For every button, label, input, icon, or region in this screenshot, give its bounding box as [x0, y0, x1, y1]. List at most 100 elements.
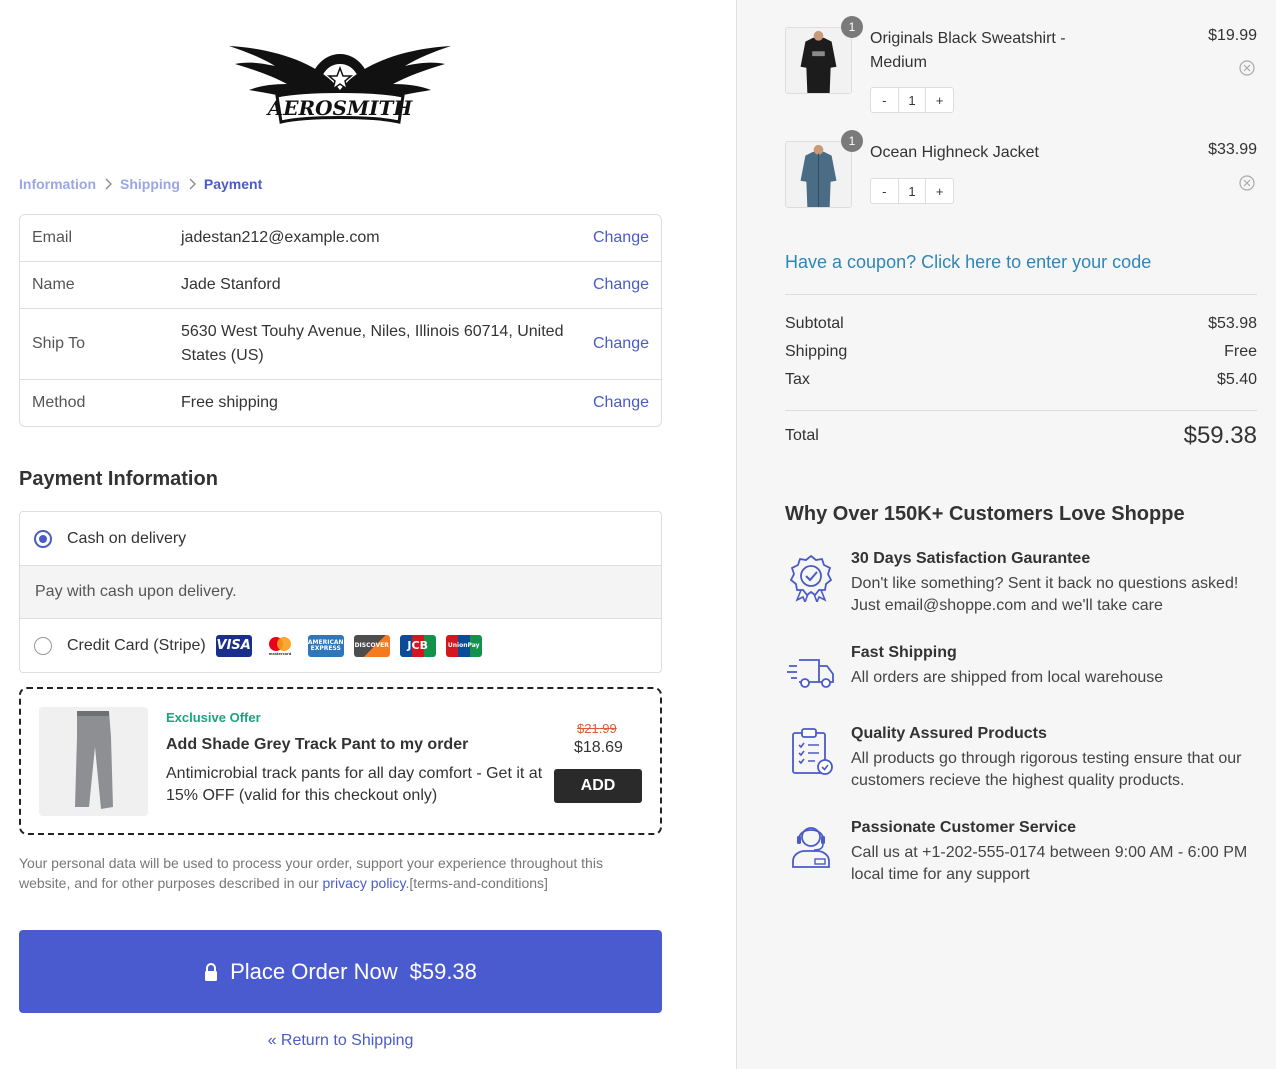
change-email-link[interactable]: Change [593, 229, 649, 247]
feature-title: 30 Days Satisfaction Gaurantee [851, 550, 1091, 567]
discover-icon: DISCOVER [353, 634, 390, 657]
feature-description: All products go through rigorous testing… [851, 750, 1242, 789]
checkout-main: AEROSMITH Information Shipping Payment E… [0, 0, 736, 1069]
lock-icon [205, 962, 218, 981]
item-price: $19.99 [1208, 27, 1257, 44]
cod-label: Cash on delivery [67, 529, 187, 547]
qty-value[interactable]: 1 [897, 88, 927, 112]
summary-value: 5630 West Touhy Avenue, Niles, Illinois … [181, 323, 564, 364]
card-icons: VISA mastercard AMERICAN EXPRESS DISCOVE… [215, 634, 492, 657]
change-name-link[interactable]: Change [593, 276, 649, 294]
change-method-link[interactable]: Change [593, 394, 649, 412]
summary-label: Email [32, 229, 73, 246]
truck-icon [787, 659, 834, 688]
mastercard-icon: mastercard [261, 634, 298, 657]
shipping-row: Shipping Free [785, 343, 1257, 361]
quantity-stepper: - 1 + [870, 87, 954, 113]
summary-label: Name [32, 276, 75, 293]
summary-row-name: Name Jade Stanford Change [20, 262, 661, 309]
coupon-link[interactable]: Have a coupon? Click here to enter your … [785, 252, 1151, 273]
feature-description: All orders are shipped from local wareho… [851, 669, 1164, 686]
feature-title: Fast Shipping [851, 644, 957, 661]
qty-plus-button[interactable]: + [926, 93, 953, 108]
feature-description: Call us at +1-202-555-0174 between 9:00 … [851, 844, 1248, 883]
place-order-button[interactable]: Place Order Now $59.38 [19, 930, 662, 1013]
total-label: Total [785, 427, 819, 444]
breadcrumb-shipping[interactable]: Shipping [120, 176, 180, 192]
offer-add-button[interactable]: ADD [554, 769, 642, 803]
cart-item: 1 Ocean Highneck Jacket $33.99 - 1 + [785, 130, 1257, 231]
sweatshirt-thumbnail [785, 27, 852, 94]
payment-option-card[interactable]: Credit Card (Stripe) VISA mastercard AME… [20, 619, 661, 672]
breadcrumb-payment: Payment [203, 176, 263, 192]
visa-icon: VISA [215, 634, 252, 657]
unionpay-icon: UnionPay [445, 634, 482, 657]
payment-methods: Cash on delivery Pay with cash upon deli… [19, 511, 662, 673]
breadcrumb: Information Shipping Payment [19, 176, 262, 192]
tax-row: Tax $5.40 [785, 371, 1257, 389]
privacy-notice: Your personal data will be used to proce… [19, 853, 649, 893]
total-value: $59.38 [1183, 422, 1257, 449]
qty-minus-button[interactable]: - [871, 184, 898, 199]
subtotal-row: Subtotal $53.98 [785, 315, 1257, 333]
place-order-label: Place Order Now [230, 958, 398, 984]
shipping-value: Free [1224, 343, 1257, 360]
subtotal-label: Subtotal [785, 315, 844, 332]
jacket-thumbnail [785, 141, 852, 208]
quantity-badge: 1 [841, 130, 863, 152]
offer-old-price: $21.99 [577, 721, 617, 736]
why-customers-title: Why Over 150K+ Customers Love Shoppe [785, 503, 1185, 525]
quantity-badge: 1 [841, 16, 863, 38]
track-pant-image [39, 707, 148, 816]
return-to-shipping-link[interactable]: « Return to Shipping [0, 1032, 681, 1050]
order-summary-box: Email jadestan212@example.com Change Nam… [19, 214, 662, 427]
tax-label: Tax [785, 371, 810, 388]
remove-item-icon[interactable] [1239, 60, 1255, 76]
payment-title: Payment Information [19, 468, 218, 490]
cart-item: 1 Originals Black Sweatshirt - Medium $1… [785, 16, 1257, 117]
tax-value: $5.40 [1216, 371, 1257, 388]
divider [785, 294, 1257, 295]
summary-row-method: Method Free shipping Change [20, 380, 661, 426]
chevron-right-icon [189, 178, 196, 190]
summary-row-ship-to: Ship To 5630 West Touhy Avenue, Niles, I… [20, 309, 661, 380]
feature-description: Don't like something? Sent it back no qu… [851, 575, 1239, 614]
qty-value[interactable]: 1 [897, 179, 927, 203]
qty-plus-button[interactable]: + [926, 184, 953, 199]
privacy-text-after: .[terms-and-conditions] [405, 875, 548, 891]
summary-label: Ship To [32, 335, 86, 352]
privacy-policy-link[interactable]: privacy policy [323, 875, 406, 891]
summary-row-email: Email jadestan212@example.com Change [20, 215, 661, 262]
item-name: Ocean Highneck Jacket [870, 144, 1039, 161]
exclusive-offer-box: Exclusive Offer Add Shade Grey Track Pan… [19, 687, 662, 835]
offer-new-price: $18.69 [574, 739, 623, 756]
item-price: $33.99 [1208, 141, 1257, 158]
order-sidebar: 1 Originals Black Sweatshirt - Medium $1… [736, 0, 1276, 1069]
cod-radio[interactable] [34, 529, 52, 548]
item-name: Originals Black Sweatshirt - Medium [870, 30, 1066, 71]
place-order-amount: $59.38 [409, 958, 477, 984]
summary-label: Method [32, 394, 86, 411]
badge-check-icon [789, 554, 833, 602]
payment-option-cod[interactable]: Cash on delivery [20, 512, 661, 565]
quantity-stepper: - 1 + [870, 178, 954, 204]
qty-minus-button[interactable]: - [871, 93, 898, 108]
amex-icon: AMERICAN EXPRESS [307, 634, 344, 657]
card-radio[interactable] [34, 636, 52, 655]
subtotal-value: $53.98 [1208, 315, 1257, 332]
divider [785, 410, 1257, 411]
change-ship-to-link[interactable]: Change [593, 335, 649, 353]
remove-item-icon[interactable] [1239, 175, 1255, 191]
offer-title: Add Shade Grey Track Pant to my order [166, 736, 469, 753]
total-row: Total $59.38 [785, 422, 1257, 450]
svg-text:mastercard: mastercard [268, 652, 291, 656]
clipboard-check-icon [792, 728, 833, 775]
breadcrumb-information[interactable]: Information [19, 176, 96, 192]
shipping-label: Shipping [785, 343, 848, 360]
offer-tag: Exclusive Offer [166, 710, 261, 725]
feature-title: Passionate Customer Service [851, 819, 1076, 836]
svg-text:AEROSMITH: AEROSMITH [266, 96, 414, 120]
offer-description: Antimicrobial track pants for all day co… [166, 765, 543, 804]
support-agent-icon [792, 827, 830, 868]
aerosmith-logo: AEROSMITH [229, 46, 451, 124]
